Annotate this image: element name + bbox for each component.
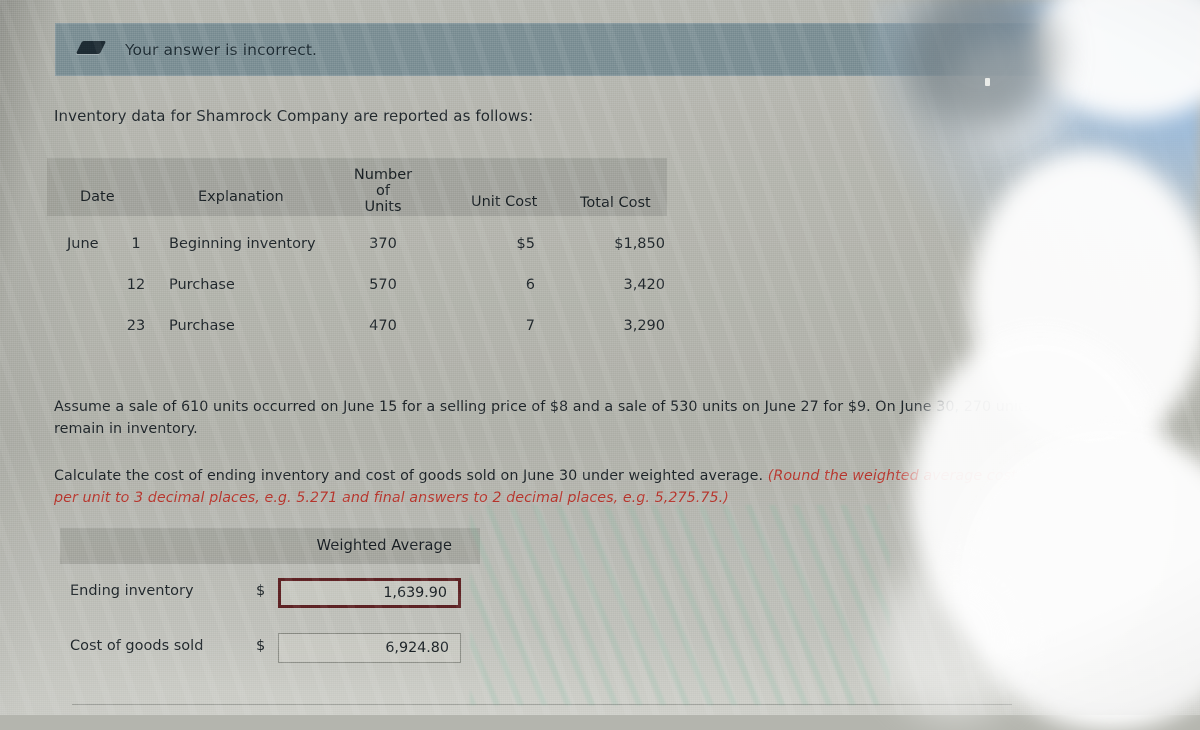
header-total-cost: Total Cost: [580, 195, 651, 211]
cost-of-goods-sold-currency-symbol: $: [256, 638, 266, 654]
answer-row-ending-inventory: Ending inventory $ 1,639.90: [60, 578, 480, 608]
banner-message: Your answer is incorrect.: [125, 40, 318, 59]
header-number-of-units-line1: Number of: [353, 167, 413, 199]
answers-column-header-band: Weighted Average: [60, 528, 480, 564]
cost-of-goods-sold-label: Cost of goods sold: [70, 638, 204, 654]
row-units: 570: [369, 277, 397, 293]
row-unit-cost: $5: [516, 236, 535, 252]
inventory-table-header: Date Explanation Number of Units Unit Co…: [47, 158, 667, 216]
row-day: 1: [131, 236, 141, 252]
row-day: 23: [126, 318, 146, 334]
table-row: June 1 Beginning inventory 370 $5 $1,850: [47, 236, 667, 277]
ending-inventory-currency-symbol: $: [256, 583, 266, 599]
row-total-cost: $1,850: [614, 236, 665, 252]
problem-instruction-plain: Calculate the cost of ending inventory a…: [54, 468, 768, 484]
incorrect-marker-icon: [75, 41, 107, 58]
problem-paragraph-1: Assume a sale of 610 units occurred on J…: [54, 399, 1032, 437]
table-row: 12 Purchase 570 6 3,420: [47, 277, 667, 318]
header-date: Date: [80, 189, 115, 205]
row-explanation: Beginning inventory: [169, 236, 316, 252]
header-unit-cost: Unit Cost: [471, 194, 538, 210]
row-month: June: [67, 236, 99, 252]
problem-paragraph-2: Calculate the cost of ending inventory a…: [54, 465, 1039, 509]
ending-inventory-label: Ending inventory: [70, 583, 194, 599]
row-unit-cost: 7: [525, 318, 535, 334]
row-units: 370: [369, 236, 397, 252]
incorrect-answer-banner: Your answer is incorrect.: [55, 23, 1040, 76]
answer-row-cost-of-goods-sold: Cost of goods sold $ 6,924.80: [60, 633, 480, 663]
header-number-of-units: Number of Units: [347, 167, 419, 215]
weighted-average-column-header: Weighted Average: [316, 537, 452, 554]
row-explanation: Purchase: [169, 277, 235, 293]
row-total-cost: 3,420: [623, 277, 665, 293]
inventory-table: Date Explanation Number of Units Unit Co…: [47, 158, 667, 359]
row-unit-cost: 6: [525, 277, 535, 293]
bottom-divider: [72, 704, 1012, 705]
header-number-of-units-line2: Units: [364, 199, 402, 215]
cost-of-goods-sold-input[interactable]: 6,924.80: [278, 633, 461, 663]
row-units: 470: [369, 318, 397, 334]
row-total-cost: 3,290: [623, 318, 665, 334]
row-explanation: Purchase: [169, 318, 235, 334]
table-row: 23 Purchase 470 7 3,290: [47, 318, 667, 359]
header-explanation: Explanation: [198, 189, 284, 205]
ending-inventory-input[interactable]: 1,639.90: [278, 578, 461, 608]
light-speck: [985, 78, 990, 86]
intro-text: Inventory data for Shamrock Company are …: [54, 107, 534, 125]
row-day: 12: [126, 277, 146, 293]
